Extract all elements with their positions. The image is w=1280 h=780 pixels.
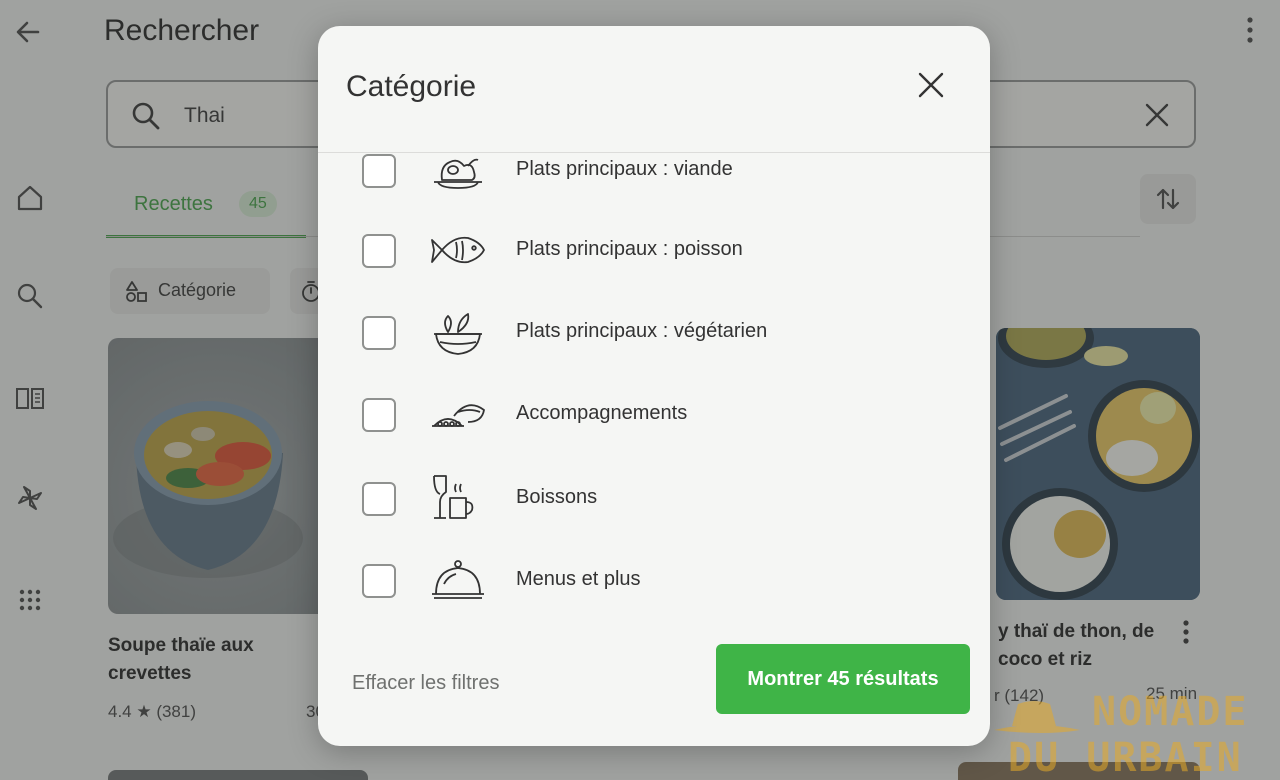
category-option-sides[interactable]: Accompagnements bbox=[362, 386, 962, 446]
category-option-menus[interactable]: Menus et plus bbox=[362, 552, 962, 612]
checkbox-sides[interactable] bbox=[362, 398, 396, 432]
dialog-title: Catégorie bbox=[346, 70, 477, 103]
show-results-button[interactable]: Montrer 45 résultats bbox=[716, 644, 970, 714]
drinks-icon bbox=[433, 475, 474, 519]
checkbox-meat[interactable] bbox=[362, 154, 396, 188]
category-option-label: Accompagnements bbox=[516, 402, 688, 424]
close-icon[interactable] bbox=[916, 70, 946, 100]
category-option-label: Plats principaux : poisson bbox=[516, 238, 743, 260]
clear-filters-button[interactable]: Effacer les filtres bbox=[352, 672, 499, 695]
hat-icon bbox=[994, 701, 1080, 733]
watermark-line1: NOMADE bbox=[1092, 689, 1249, 735]
side-dish-icon bbox=[432, 404, 485, 427]
cloche-icon bbox=[432, 560, 484, 599]
salad-bowl-icon bbox=[434, 313, 482, 355]
category-option-label: Boissons bbox=[516, 486, 598, 508]
category-option-label: Menus et plus bbox=[516, 568, 641, 590]
meat-icon bbox=[434, 158, 482, 189]
checkbox-vegetarian[interactable] bbox=[362, 316, 396, 350]
fish-icon bbox=[431, 236, 485, 264]
checkbox-fish[interactable] bbox=[362, 234, 396, 268]
category-option-fish[interactable]: Plats principaux : poisson bbox=[362, 222, 962, 282]
category-option-drinks[interactable]: Boissons bbox=[362, 470, 962, 530]
category-dialog: Catégorie Plats principaux : viande Plat… bbox=[318, 26, 990, 746]
watermark-line2: DU URBAIN bbox=[1008, 735, 1243, 780]
category-option-meat[interactable]: Plats principaux : viande bbox=[362, 142, 962, 202]
watermark-logo: NOMADE DU URBAIN bbox=[984, 690, 1280, 780]
checkbox-menus[interactable] bbox=[362, 564, 396, 598]
category-option-label: Plats principaux : viande bbox=[516, 158, 733, 180]
checkbox-drinks[interactable] bbox=[362, 482, 396, 516]
category-option-vegetarian[interactable]: Plats principaux : végétarien bbox=[362, 304, 962, 364]
category-option-label: Plats principaux : végétarien bbox=[516, 320, 768, 342]
